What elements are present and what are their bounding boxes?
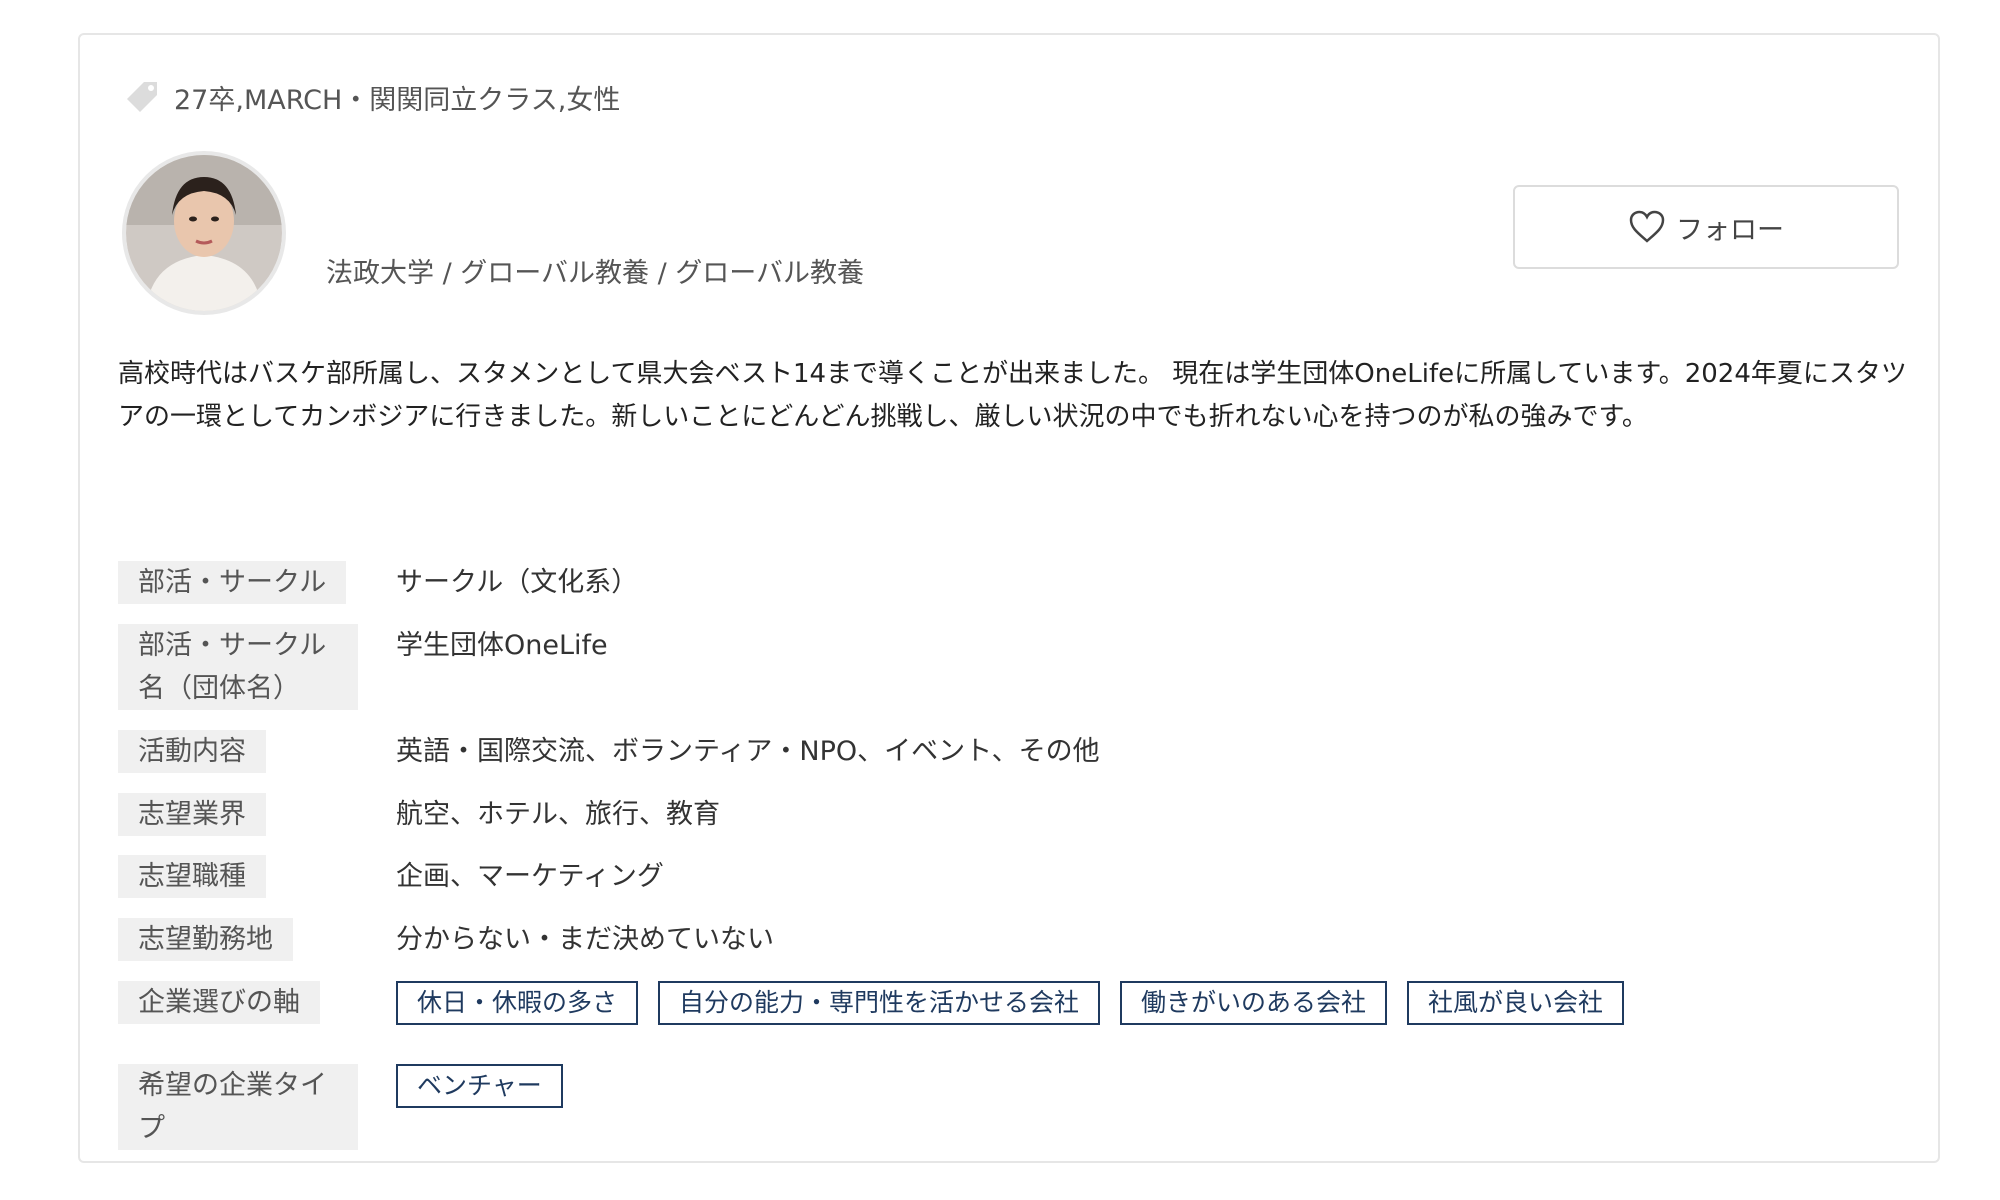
label-company-type: 希望の企業タイ プ: [118, 1064, 358, 1150]
label-job: 志望職種: [118, 855, 266, 898]
company-type-chip: ベンチャー: [396, 1064, 563, 1108]
label-company-type-line2: プ: [138, 1113, 165, 1144]
label-club-name-line1: 部活・サークル: [138, 630, 327, 661]
tag-icon: [127, 82, 157, 112]
label-industry: 志望業界: [118, 793, 266, 836]
label-company-type-line1: 希望の企業タイ: [138, 1070, 327, 1101]
university-info: 法政大学 / グローバル教養 / グローバル教養: [326, 258, 864, 289]
value-club-name: 学生団体OneLife: [396, 630, 608, 661]
selection-axis-chips: 休日・休暇の多さ 自分の能力・専門性を活かせる会社 働きがいのある会社 社風が良…: [396, 981, 1625, 1025]
label-club: 部活・サークル: [118, 561, 347, 604]
follow-label: フォロー: [1676, 214, 1784, 246]
value-industry: 航空、ホテル、旅行、教育: [396, 799, 720, 830]
self-introduction: 高校時代はバスケ部所属し、スタメンとして県大会ベスト14まで導くことが出来ました…: [118, 359, 1907, 432]
heart-icon: [1629, 210, 1665, 243]
label-club-name: 部活・サークル 名（団体名）: [118, 624, 358, 710]
label-activity: 活動内容: [118, 730, 266, 773]
label-club-name-line2: 名（団体名）: [138, 673, 300, 704]
tags-text: 27卒,MARCH・関関同立クラス,女性: [174, 84, 621, 116]
axis-chip: 働きがいのある会社: [1120, 981, 1388, 1025]
avatar: [122, 151, 286, 315]
value-activity: 英語・国際交流、ボランティア・NPO、イベント、その他: [396, 736, 1100, 767]
label-selection-axis: 企業選びの軸: [118, 981, 320, 1024]
value-job: 企画、マーケティング: [396, 861, 664, 892]
profile-tags: 27卒,MARCH・関関同立クラス,女性: [122, 77, 620, 117]
axis-chip: 社風が良い会社: [1407, 981, 1625, 1025]
axis-chip: 自分の能力・専門性を活かせる会社: [658, 981, 1101, 1025]
profile-card: 27卒,MARCH・関関同立クラス,女性 法政大学 / グローバル教養 / グロ…: [78, 33, 1940, 1163]
company-type-chips: ベンチャー: [396, 1064, 563, 1108]
value-location: 分からない・まだ決めていない: [396, 924, 774, 955]
axis-chip: 休日・休暇の多さ: [396, 981, 639, 1025]
value-club: サークル（文化系）: [396, 567, 639, 598]
label-location: 志望勤務地: [118, 918, 293, 961]
follow-button[interactable]: フォロー: [1513, 185, 1899, 269]
